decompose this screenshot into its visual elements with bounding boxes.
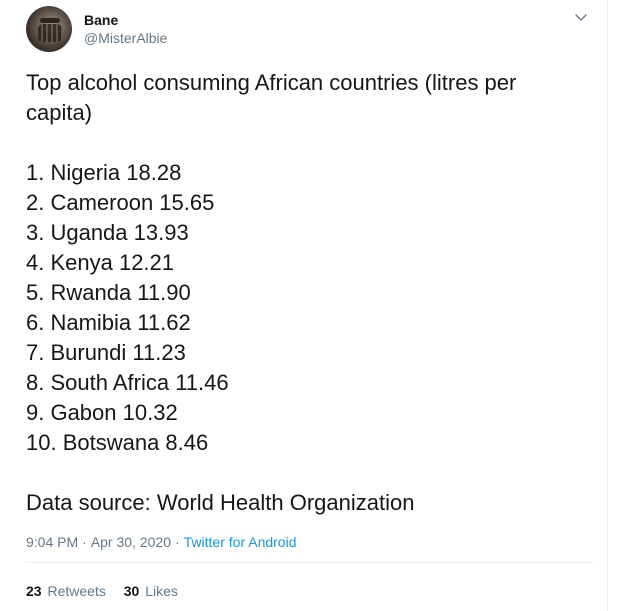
retweets-label: Retweets [47, 583, 106, 599]
list-item: 1. Nigeria 18.28 [26, 160, 182, 185]
chevron-down-icon[interactable] [574, 10, 588, 24]
list-item: 10. Botswana 8.46 [26, 430, 209, 455]
list-item: 2. Cameroon 15.65 [26, 190, 215, 215]
list-item: 7. Burundi 11.23 [26, 340, 186, 365]
tweet-text: Top alcohol consuming African countries … [26, 68, 586, 518]
likes-stat[interactable]: 30 Likes [124, 582, 178, 600]
tweet-title-line: Top alcohol consuming African countries … [26, 70, 517, 95]
retweets-stat[interactable]: 23 Retweets [26, 582, 106, 600]
meta-separator: · [82, 534, 87, 550]
tweet-title-line: capita) [26, 100, 93, 125]
likes-count: 30 [123, 583, 140, 599]
tweet-stats: 23 Retweets 30 Likes [26, 582, 192, 600]
meta-separator: · [174, 534, 180, 550]
avatar-mask [38, 24, 62, 42]
tweet-meta: 9:04 PM · Apr 30, 2020 · Twitter for Android [26, 533, 296, 551]
retweets-count: 23 [26, 583, 42, 599]
tweet-date[interactable]: Apr 30, 2020 [91, 534, 171, 550]
tweet-card: Bane @MisterAlbie Top alcohol consuming … [0, 0, 608, 611]
list-item: 3. Uganda 13.93 [26, 220, 189, 245]
avatar[interactable] [26, 6, 72, 52]
list-item: 8. South Africa 11.46 [26, 370, 229, 395]
client-link[interactable]: Twitter for Android [184, 534, 297, 550]
list-item: 9. Gabon 10.32 [26, 400, 178, 425]
tweet-header: Bane @MisterAlbie [26, 6, 596, 52]
tweet-time[interactable]: 9:04 PM [26, 534, 78, 550]
likes-label: Likes [145, 583, 178, 599]
display-name[interactable]: Bane [84, 11, 118, 29]
list-item: 6. Namibia 11.62 [26, 310, 191, 335]
list-item: 4. Kenya 12.21 [26, 250, 175, 275]
list-item: 5. Rwanda 11.90 [26, 280, 191, 305]
user-handle[interactable]: @MisterAlbie [84, 29, 167, 47]
avatar-eyes [40, 18, 60, 23]
data-source-line: Data source: World Health Organization [26, 490, 415, 515]
divider [26, 562, 594, 563]
